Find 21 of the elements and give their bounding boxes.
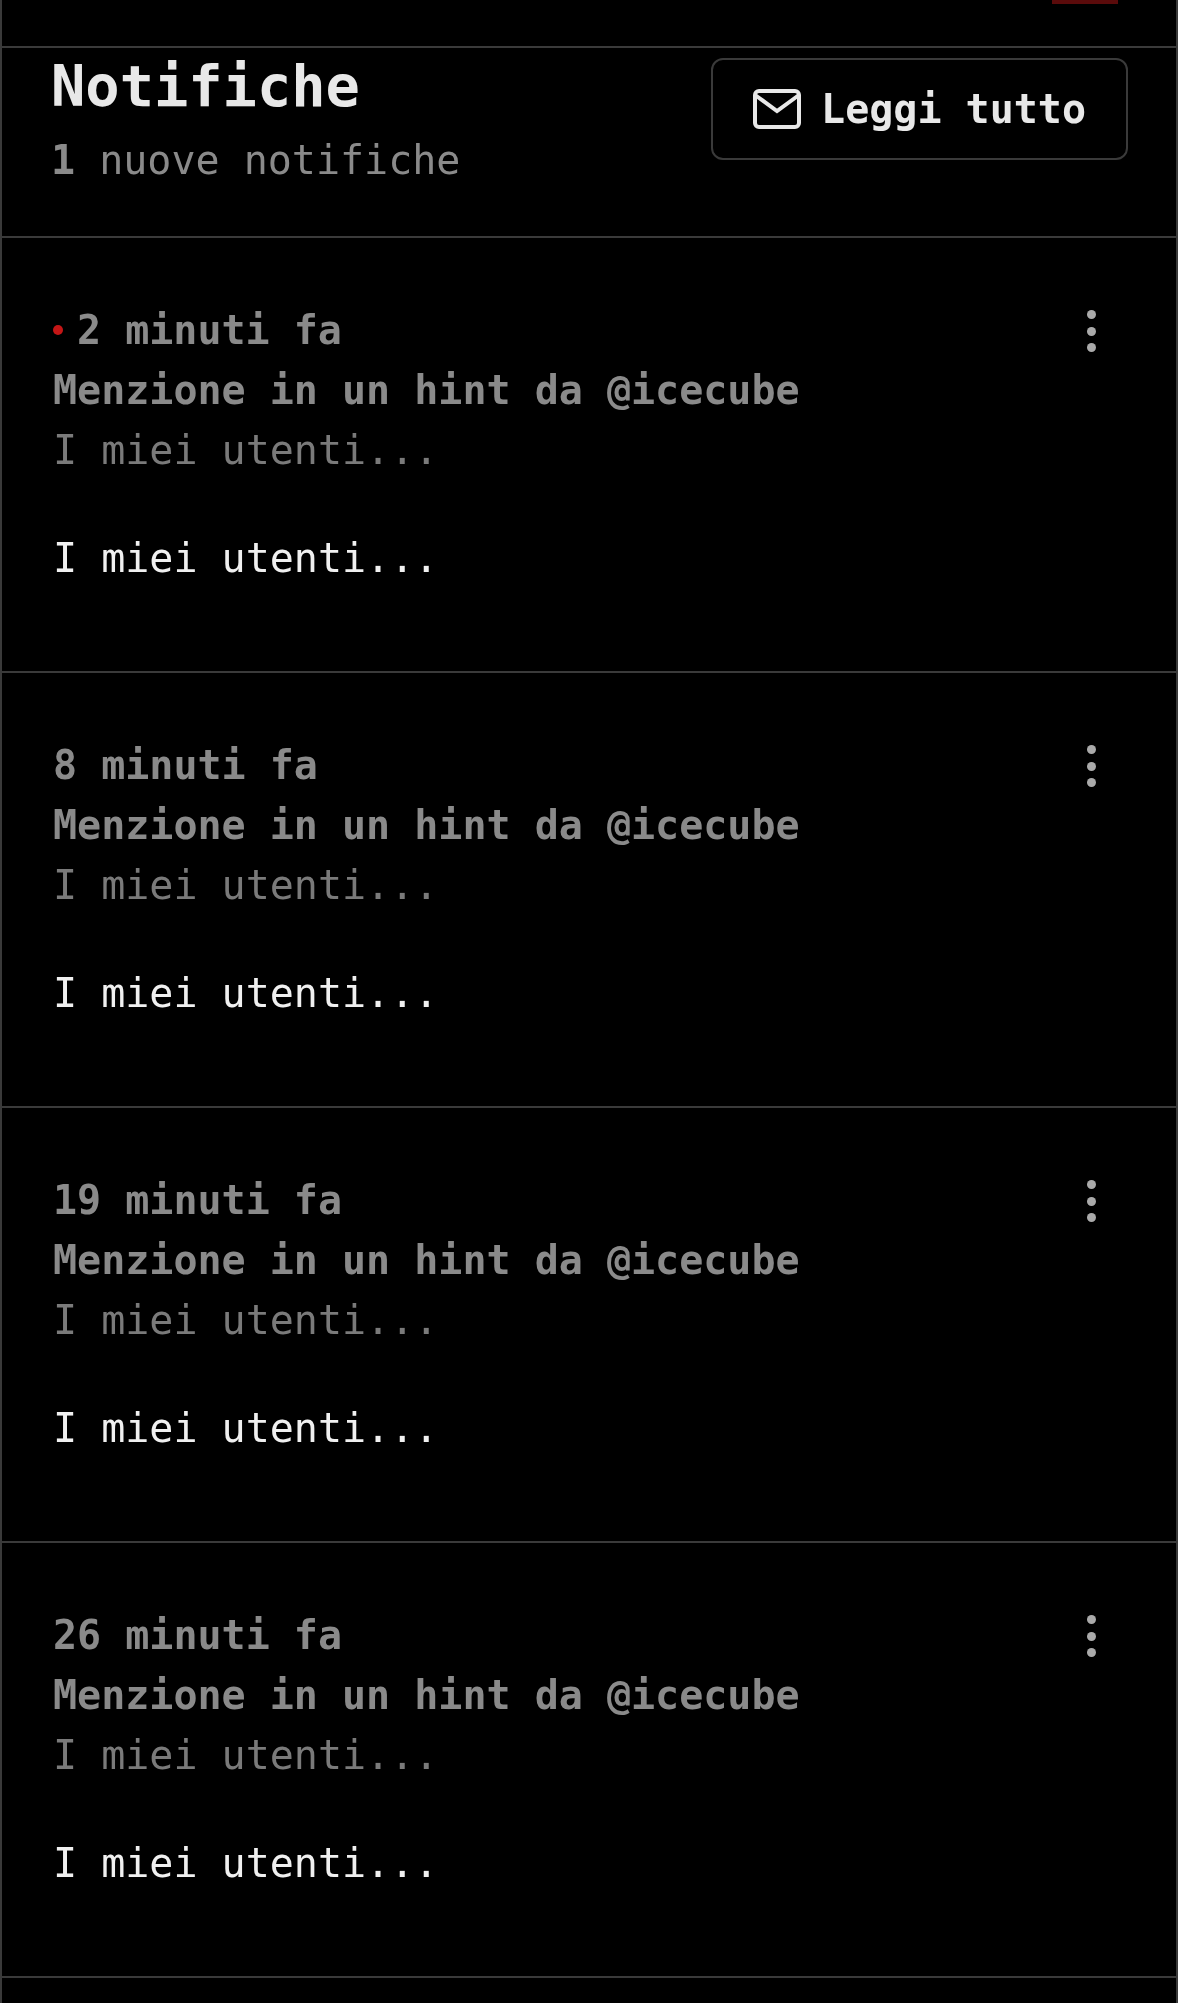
notification-excerpt: I miei utenti... xyxy=(53,861,440,910)
new-count-text: 1 nuove notifiche xyxy=(51,136,461,184)
notification-body: I miei utenti... xyxy=(53,1404,440,1453)
notification-title: Menzione in un hint da @icecube xyxy=(53,366,800,415)
badge xyxy=(1052,0,1118,4)
read-all-button[interactable]: Leggi tutto xyxy=(711,58,1128,160)
mail-icon xyxy=(753,89,802,129)
notification-title: Menzione in un hint da @icecube xyxy=(53,1236,800,1285)
notification-time: 26 minuti fa xyxy=(53,1611,342,1660)
notification-body: I miei utenti... xyxy=(53,1839,440,1888)
notification-excerpt: I miei utenti... xyxy=(53,1296,440,1345)
notification-time: 8 minuti fa xyxy=(53,741,318,790)
notification-time: 2 minuti fa xyxy=(77,306,342,355)
notification-title: Menzione in un hint da @icecube xyxy=(53,1671,800,1720)
notification-body: I miei utenti... xyxy=(53,969,440,1018)
notification-excerpt: I miei utenti... xyxy=(53,1731,440,1780)
notification-excerpt: I miei utenti... xyxy=(53,426,440,475)
notification-time: 19 minuti fa xyxy=(53,1176,342,1225)
page-title: Notifiche xyxy=(51,54,361,118)
notification-title: Menzione in un hint da @icecube xyxy=(53,801,800,850)
notification-body: I miei utenti... xyxy=(53,534,440,583)
